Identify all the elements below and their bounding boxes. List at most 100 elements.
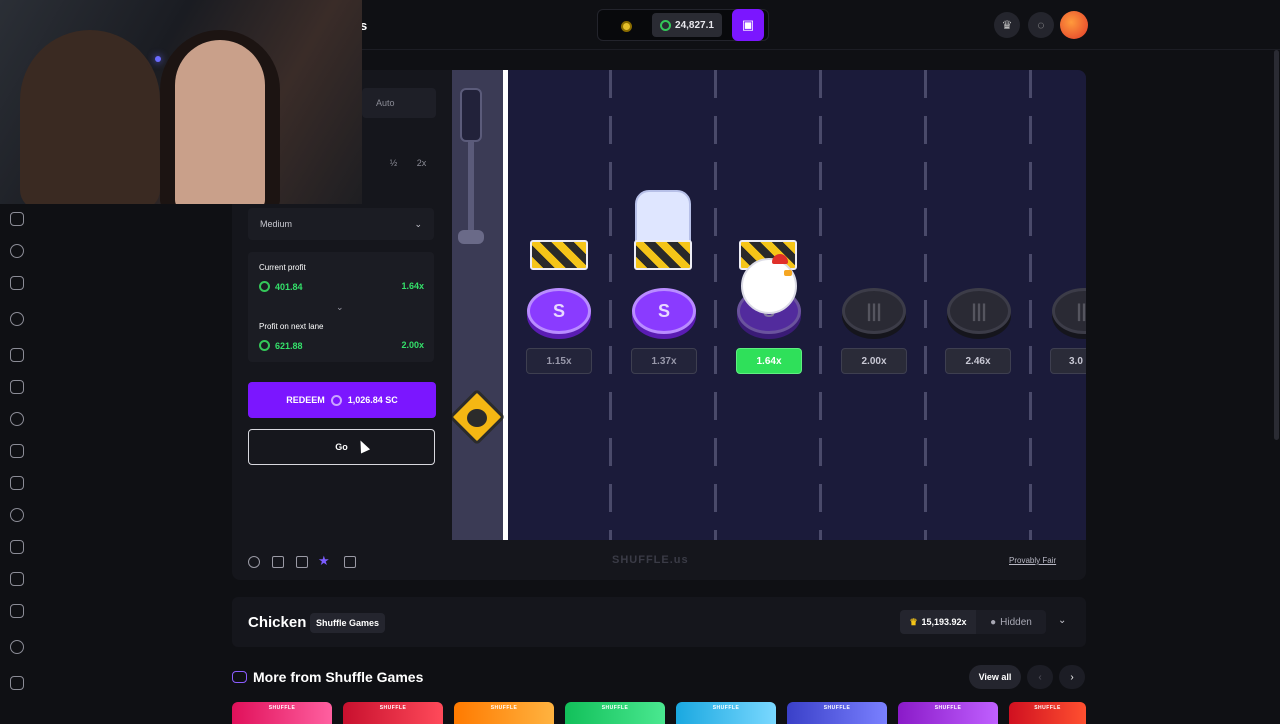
hidden-label: Hidden bbox=[1000, 616, 1032, 628]
chevron-down-icon: ⌄ bbox=[414, 218, 422, 229]
provider-tag[interactable]: Shuffle Games bbox=[310, 613, 386, 633]
page-scrollbar[interactable] bbox=[1274, 50, 1279, 440]
chevron-down-icon[interactable]: ⌄ bbox=[1058, 615, 1066, 626]
lane-multiplier-active: 1.64x bbox=[736, 348, 802, 374]
difficulty-select[interactable]: Medium ⌄ bbox=[248, 208, 434, 240]
chicken-beak bbox=[784, 270, 792, 276]
chevron-down-icon[interactable]: ⌄ bbox=[336, 302, 344, 313]
game-thumbnail[interactable]: SHUFFLE bbox=[454, 702, 554, 724]
crown-button[interactable]: ♛ bbox=[994, 12, 1020, 38]
record-value: 15,193.92x bbox=[921, 617, 967, 627]
redeem-amount: 1,026.84 SC bbox=[347, 395, 398, 405]
search-games-icon[interactable] bbox=[10, 276, 24, 290]
gift-icon[interactable] bbox=[10, 476, 24, 490]
game-title: Chicken bbox=[248, 614, 307, 631]
thumb-label: SHUFFLE bbox=[712, 705, 740, 711]
currency-toggle[interactable] bbox=[606, 15, 646, 37]
incognito-icon: ● bbox=[990, 616, 997, 628]
current-profit-label: Current profit bbox=[259, 263, 306, 272]
chat-button[interactable]: ◌ bbox=[1028, 12, 1054, 38]
wallet-button[interactable]: ▣ bbox=[732, 9, 764, 41]
thumb-label: SHUFFLE bbox=[1034, 705, 1061, 711]
more-games-title: More from Shuffle Games bbox=[253, 669, 424, 685]
thumb-label: SHUFFLE bbox=[490, 705, 518, 711]
gamepad-icon bbox=[232, 671, 247, 683]
thumb-label: SHUFFLE bbox=[934, 705, 962, 711]
lane-divider bbox=[819, 70, 822, 540]
game-thumbnail[interactable]: SHUFFLE bbox=[343, 702, 443, 724]
casino-icon[interactable] bbox=[10, 312, 24, 326]
cards-icon[interactable] bbox=[10, 380, 24, 394]
settings-icon[interactable] bbox=[248, 556, 260, 568]
current-profit-value: 401.84 bbox=[259, 281, 303, 292]
gold-coin-icon bbox=[620, 20, 632, 32]
settings-icon[interactable] bbox=[10, 604, 24, 618]
thumb-label: SHUFFLE bbox=[268, 705, 296, 711]
lane-multiplier: 3.0 bbox=[1050, 348, 1086, 374]
current-profit-amount: 401.84 bbox=[275, 281, 303, 292]
trophy-icon: ♛ bbox=[909, 616, 918, 627]
go-button[interactable]: Go bbox=[248, 429, 435, 465]
traffic-light-base bbox=[458, 230, 484, 244]
webcam-overlay bbox=[0, 0, 362, 204]
lane-divider bbox=[924, 70, 927, 540]
led-light bbox=[155, 56, 161, 62]
redeem-label: REDEEM bbox=[286, 395, 325, 405]
affiliate-icon[interactable] bbox=[10, 540, 24, 554]
provably-fair-link[interactable]: Provably Fair bbox=[1009, 556, 1056, 565]
barrier-icon bbox=[530, 240, 588, 270]
chat-icon: ◌ bbox=[1037, 18, 1045, 32]
lane-multiplier: 2.46x bbox=[945, 348, 1011, 374]
lane-multiplier: 2.00x bbox=[841, 348, 907, 374]
user-avatar[interactable] bbox=[1060, 11, 1088, 39]
sweeps-coin-icon bbox=[259, 340, 270, 351]
game-thumbnail[interactable]: SHUFFLE bbox=[787, 702, 887, 724]
tab-auto[interactable]: Auto bbox=[362, 88, 436, 118]
game-thumbnail[interactable]: SHUFFLE bbox=[565, 702, 665, 724]
stats-icon[interactable] bbox=[272, 556, 284, 568]
favorite-star-icon[interactable]: ★ bbox=[318, 553, 330, 569]
rocket-icon[interactable] bbox=[10, 212, 24, 226]
chart-icon[interactable] bbox=[296, 556, 308, 568]
lane-coin-locked[interactable]: ||| bbox=[842, 288, 906, 334]
game-thumbnail[interactable]: SHUFFLE bbox=[898, 702, 998, 724]
history-icon[interactable] bbox=[10, 244, 24, 258]
menu-icon[interactable] bbox=[10, 676, 24, 690]
carousel-next-button[interactable]: › bbox=[1059, 665, 1085, 689]
game-thumbnail[interactable]: SHUFFLE bbox=[1009, 702, 1086, 724]
traffic-light-icon bbox=[460, 88, 482, 142]
lane-coin-locked[interactable]: ||| bbox=[947, 288, 1011, 334]
crown-icon: ♛ bbox=[1001, 18, 1013, 32]
lane-coin-locked[interactable]: ||| bbox=[1052, 288, 1086, 334]
double-bet-button[interactable]: 2x bbox=[417, 158, 427, 174]
redeem-button[interactable]: REDEEM 1,026.84 SC bbox=[248, 382, 436, 418]
lane-multiplier: 1.37x bbox=[631, 348, 697, 374]
vip-icon[interactable] bbox=[10, 508, 24, 522]
controller-icon[interactable] bbox=[10, 348, 24, 362]
half-bet-button[interactable]: ½ bbox=[390, 158, 398, 174]
fairness-icon[interactable] bbox=[344, 556, 356, 568]
support-icon[interactable] bbox=[10, 572, 24, 586]
profit-panel: Current profit 401.84 1.64x ⌄ Profit on … bbox=[248, 252, 434, 362]
chicken-sign-face bbox=[467, 409, 487, 427]
view-all-button[interactable]: View all bbox=[969, 665, 1021, 689]
carousel-prev-button[interactable]: ‹ bbox=[1027, 665, 1053, 689]
sports-icon[interactable] bbox=[10, 444, 24, 458]
game-thumbnail[interactable]: SHUFFLE bbox=[676, 702, 776, 724]
lane-divider bbox=[609, 70, 612, 540]
barrier-icon bbox=[634, 240, 692, 270]
chicken-comb bbox=[772, 254, 788, 264]
language-icon[interactable] bbox=[10, 640, 24, 654]
streamer-silhouette bbox=[20, 30, 160, 204]
game-thumbnail[interactable]: SHUFFLE bbox=[232, 702, 332, 724]
sidebar bbox=[0, 204, 44, 720]
lane-coin-passed: S bbox=[527, 288, 591, 334]
start-line bbox=[503, 70, 508, 540]
sweeps-coin-icon bbox=[330, 394, 342, 406]
next-profit-multiplier: 2.00x bbox=[401, 340, 424, 350]
live-icon[interactable] bbox=[10, 412, 24, 426]
sweeps-coin-icon bbox=[259, 281, 270, 292]
next-profit-amount: 621.88 bbox=[275, 340, 303, 351]
balance-display[interactable]: 24,827.1 bbox=[652, 13, 722, 37]
thumb-label: SHUFFLE bbox=[379, 705, 407, 711]
